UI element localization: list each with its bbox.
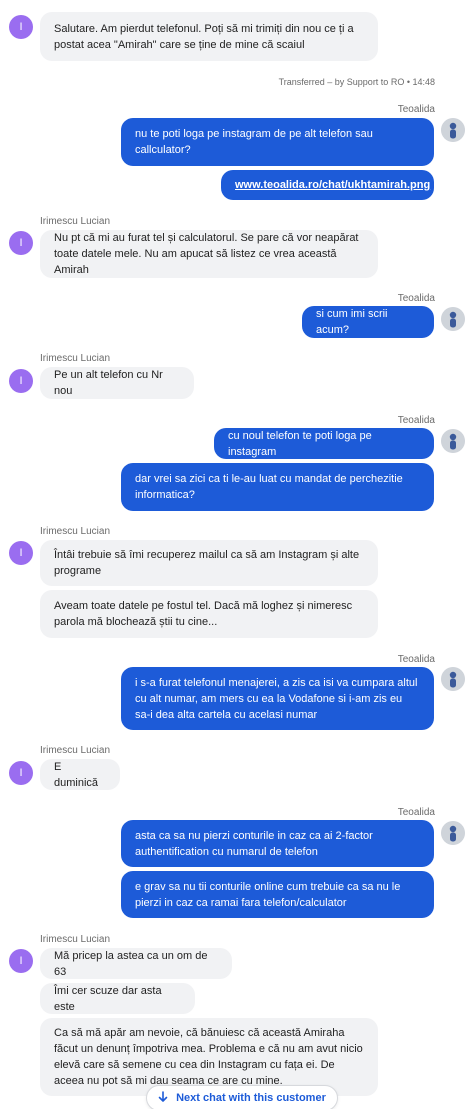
agent-avatar (441, 821, 465, 845)
customer-avatar: I (9, 231, 33, 255)
message-incoming: Nu pt că mi au furat tel și calculatorul… (40, 230, 378, 278)
message-outgoing-link[interactable]: www.teoalida.ro/chat/ukhtamirah.png (221, 170, 434, 200)
customer-name: Irimescu Lucian (40, 526, 111, 537)
customer-avatar: I (9, 15, 33, 39)
agent-name: Teoalida (397, 415, 435, 426)
message-incoming: Salutare. Am pierdut telefonul. Poți să … (40, 12, 378, 61)
customer-name: Irimescu Lucian (40, 216, 111, 227)
customer-avatar: I (9, 761, 33, 785)
message-incoming: Pe un alt telefon cu Nr nou (40, 367, 194, 399)
message-outgoing: dar vrei sa zici ca ti le-au luat cu man… (121, 463, 434, 511)
chat-link[interactable]: www.teoalida.ro/chat/ukhtamirah.png (235, 177, 430, 193)
message-outgoing: e grav sa nu tii conturile online cum tr… (121, 871, 434, 918)
message-incoming: Întâi trebuie să îmi recuperez mailul ca… (40, 540, 378, 586)
next-chat-label: Next chat with this customer (176, 1092, 326, 1104)
transfer-note: Transferred – by Support to RO • 14:48 (278, 77, 435, 87)
arrow-down-icon (158, 1090, 168, 1106)
message-outgoing: i s-a furat telefonul menajerei, a zis c… (121, 667, 434, 730)
agent-avatar (441, 118, 465, 142)
agent-name: Teoalida (397, 807, 435, 818)
agent-avatar (441, 429, 465, 453)
customer-name: Irimescu Lucian (40, 745, 111, 756)
message-outgoing: cu noul telefon te poti loga pe instagra… (214, 428, 434, 459)
next-chat-button[interactable]: Next chat with this customer (146, 1085, 338, 1109)
customer-avatar: I (9, 541, 33, 565)
customer-avatar: I (9, 949, 33, 973)
agent-name: Teoalida (397, 654, 435, 665)
message-incoming: Aveam toate datele pe fostul tel. Dacă m… (40, 590, 378, 638)
message-outgoing: si cum imi scrii acum? (302, 306, 434, 338)
message-outgoing: nu te poti loga pe instagram de pe alt t… (121, 118, 434, 166)
agent-avatar (441, 667, 465, 691)
customer-name: Irimescu Lucian (40, 934, 111, 945)
agent-avatar (441, 307, 465, 331)
agent-name: Teoalida (397, 104, 435, 115)
message-incoming: E duminică (40, 759, 120, 790)
customer-name: Irimescu Lucian (40, 353, 111, 364)
message-incoming: Îmi cer scuze dar asta este (40, 983, 195, 1014)
message-incoming: Mă pricep la astea ca un om de 63 (40, 948, 232, 979)
message-outgoing: asta ca sa nu pierzi conturile in caz ca… (121, 820, 434, 867)
customer-avatar: I (9, 369, 33, 393)
agent-name: Teoalida (397, 293, 435, 304)
